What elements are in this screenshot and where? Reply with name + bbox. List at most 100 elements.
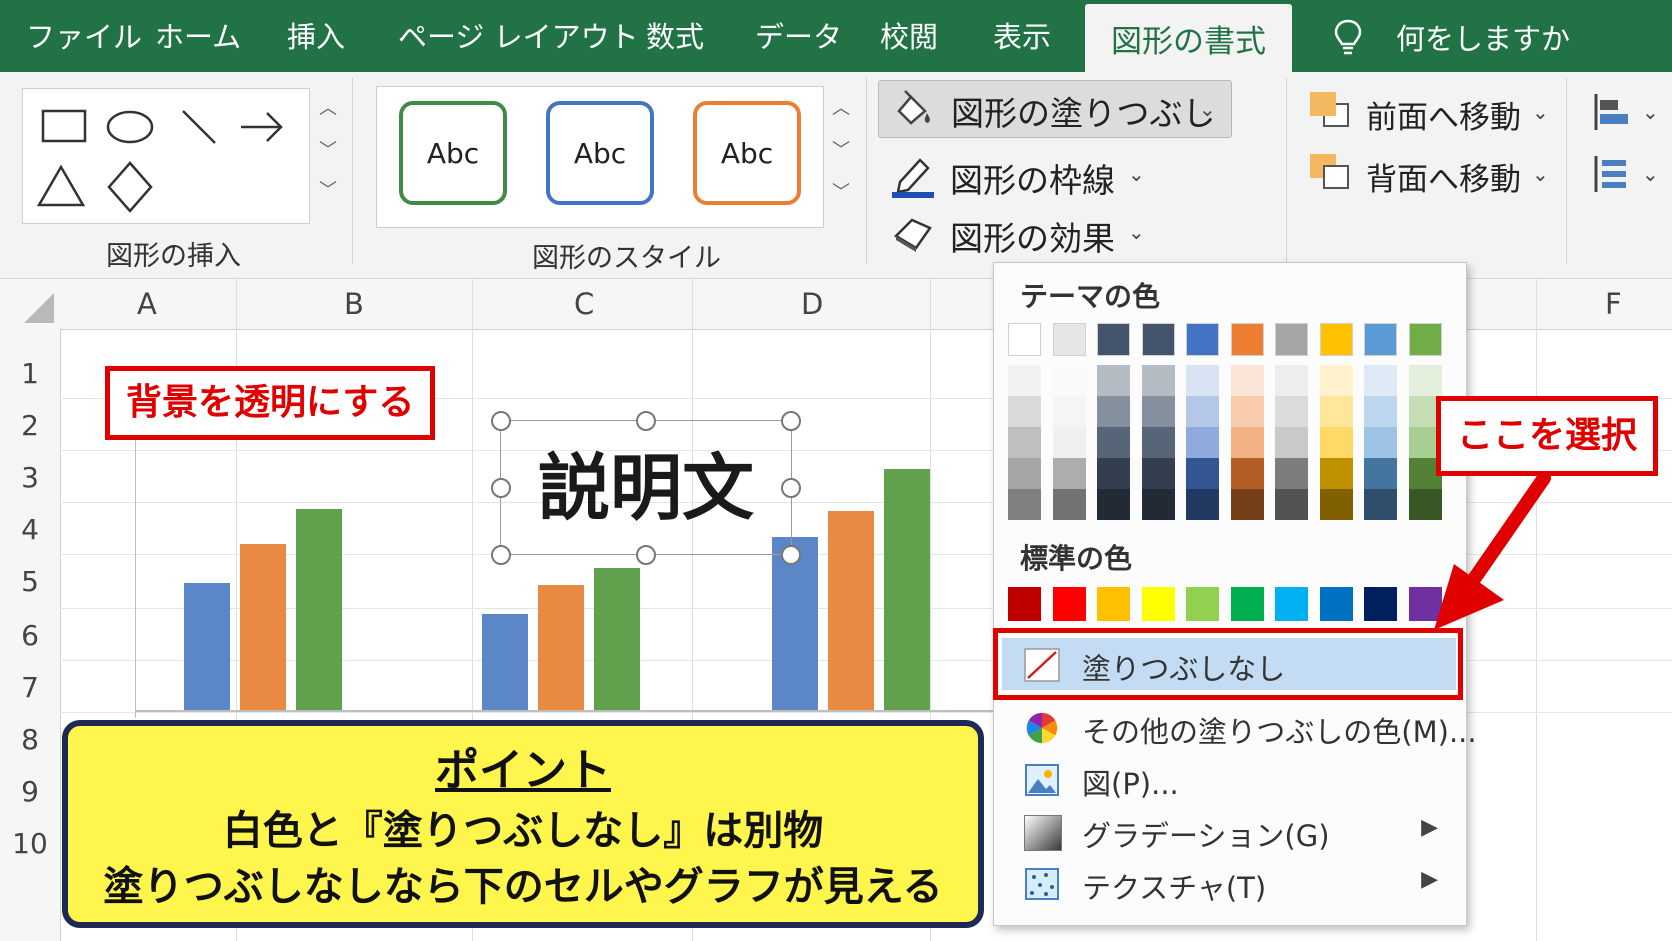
column-header-f[interactable]: F: [1605, 287, 1622, 321]
theme-color-shade-swatch[interactable]: [1052, 489, 1086, 520]
theme-color-shade-swatch[interactable]: [1230, 489, 1264, 520]
theme-color-shade-swatch[interactable]: [1319, 365, 1353, 396]
column-header-d[interactable]: D: [801, 287, 823, 321]
theme-color-shade-swatch[interactable]: [1275, 489, 1308, 520]
chevron-down-icon[interactable]: ⌄: [1532, 162, 1549, 186]
tab-view[interactable]: 表示: [993, 14, 1051, 56]
chevron-down-icon[interactable]: ⌄: [1642, 162, 1659, 186]
textbox-shape[interactable]: 説明文: [491, 411, 801, 565]
row-header[interactable]: 6: [0, 619, 60, 652]
more-fill-colors-menu-item[interactable]: その他の塗りつぶしの色(M)...: [1002, 701, 1477, 753]
theme-color-shade-swatch[interactable]: [1230, 396, 1264, 427]
theme-color-shade-swatch[interactable]: [1141, 489, 1175, 520]
theme-color-swatch[interactable]: [1364, 323, 1397, 356]
standard-color-swatch[interactable]: [1008, 587, 1041, 621]
tab-formulas[interactable]: 数式: [646, 14, 704, 56]
row-header[interactable]: 9: [0, 775, 60, 808]
standard-color-swatch[interactable]: [1186, 587, 1219, 621]
standard-color-swatch[interactable]: [1319, 587, 1353, 621]
theme-color-shade-swatch[interactable]: [1008, 427, 1041, 458]
bring-forward-button[interactable]: 前面へ移動: [1366, 92, 1521, 137]
tab-page-layout[interactable]: ページ レイアウト: [398, 14, 639, 56]
gallery-more-icon[interactable]: ﹀: [319, 176, 337, 202]
shape-fill-button[interactable]: 図形の塗りつぶし ⌄: [878, 80, 1232, 138]
style-more-icon[interactable]: ﹀: [832, 178, 850, 204]
theme-color-swatch[interactable]: [1275, 323, 1308, 356]
resize-handle[interactable]: [636, 411, 656, 431]
row-header[interactable]: 2: [0, 409, 60, 442]
theme-color-shade-swatch[interactable]: [1319, 396, 1353, 427]
theme-color-swatch[interactable]: [1141, 323, 1175, 356]
theme-color-shade-swatch[interactable]: [1052, 427, 1086, 458]
tab-home[interactable]: ホーム: [155, 14, 241, 56]
arrow-shape-icon[interactable]: [241, 112, 283, 142]
tell-me-search[interactable]: 何をしますか: [1396, 16, 1570, 58]
theme-color-shade-swatch[interactable]: [1186, 427, 1219, 458]
theme-color-swatch[interactable]: [1319, 323, 1353, 356]
theme-color-shade-swatch[interactable]: [1141, 458, 1175, 489]
theme-color-shade-swatch[interactable]: [1275, 365, 1308, 396]
theme-color-swatch[interactable]: [1186, 323, 1219, 356]
triangle-shape-icon[interactable]: [36, 164, 86, 207]
standard-color-swatch[interactable]: [1097, 587, 1130, 621]
resize-handle[interactable]: [636, 545, 656, 565]
theme-color-shade-swatch[interactable]: [1052, 396, 1086, 427]
gradient-fill-menu-item[interactable]: グラデーション(G) ▶: [1002, 805, 1456, 857]
theme-color-shade-swatch[interactable]: [1052, 458, 1086, 489]
theme-color-shade-swatch[interactable]: [1275, 396, 1308, 427]
send-backward-button[interactable]: 背面へ移動: [1366, 154, 1521, 199]
standard-color-swatch[interactable]: [1230, 587, 1264, 621]
theme-color-shade-swatch[interactable]: [1230, 458, 1264, 489]
theme-color-shade-swatch[interactable]: [1364, 396, 1397, 427]
theme-color-swatch[interactable]: [1230, 323, 1264, 356]
line-shape-icon[interactable]: [182, 110, 216, 144]
shape-outline-button[interactable]: 図形の枠線: [950, 154, 1115, 202]
theme-color-shade-swatch[interactable]: [1186, 458, 1219, 489]
resize-handle[interactable]: [491, 411, 511, 431]
theme-color-shade-swatch[interactable]: [1275, 458, 1308, 489]
row-header[interactable]: 7: [0, 671, 60, 704]
theme-color-shade-swatch[interactable]: [1364, 489, 1397, 520]
align-icon[interactable]: [1592, 92, 1632, 132]
standard-color-swatch[interactable]: [1052, 587, 1086, 621]
theme-color-shade-swatch[interactable]: [1008, 489, 1041, 520]
chevron-down-icon[interactable]: ⌄: [1532, 100, 1549, 124]
theme-color-shade-swatch[interactable]: [1275, 427, 1308, 458]
theme-color-shade-swatch[interactable]: [1230, 365, 1264, 396]
style-green-outline[interactable]: Abc: [399, 101, 507, 205]
theme-color-shade-swatch[interactable]: [1097, 427, 1130, 458]
row-header[interactable]: 8: [0, 723, 60, 756]
texture-fill-menu-item[interactable]: テクスチャ(T) ▶: [1002, 857, 1456, 909]
row-header[interactable]: 3: [0, 461, 60, 494]
theme-color-shade-swatch[interactable]: [1364, 427, 1397, 458]
theme-color-shade-swatch[interactable]: [1186, 489, 1219, 520]
style-down-icon[interactable]: ﹀: [832, 136, 850, 162]
theme-color-shade-swatch[interactable]: [1230, 427, 1264, 458]
style-orange-outline[interactable]: Abc: [693, 101, 801, 205]
tab-data[interactable]: データ: [755, 14, 842, 56]
tab-review[interactable]: 校閲: [880, 14, 938, 56]
row-header[interactable]: 1: [0, 357, 60, 390]
textbox-text[interactable]: 説明文: [501, 429, 791, 534]
theme-color-shade-swatch[interactable]: [1097, 489, 1130, 520]
row-header[interactable]: 5: [0, 565, 60, 598]
chevron-down-icon[interactable]: ⌄: [1128, 220, 1145, 244]
theme-color-shade-swatch[interactable]: [1319, 427, 1353, 458]
theme-color-shade-swatch[interactable]: [1097, 365, 1130, 396]
theme-color-shade-swatch[interactable]: [1141, 427, 1175, 458]
picture-fill-menu-item[interactable]: 図(P)...: [1002, 753, 1456, 805]
row-header[interactable]: 4: [0, 513, 60, 546]
oval-shape-icon[interactable]: [106, 110, 154, 144]
theme-color-shade-swatch[interactable]: [1186, 365, 1219, 396]
theme-color-shade-swatch[interactable]: [1008, 396, 1041, 427]
tab-shape-format[interactable]: 図形の書式: [1085, 4, 1292, 72]
theme-color-shade-swatch[interactable]: [1186, 396, 1219, 427]
chevron-down-icon[interactable]: ⌄: [1642, 100, 1659, 124]
resize-handle[interactable]: [491, 478, 511, 498]
style-blue-outline[interactable]: Abc: [546, 101, 654, 205]
shape-effects-button[interactable]: 図形の効果: [950, 212, 1115, 260]
theme-color-shade-swatch[interactable]: [1008, 458, 1041, 489]
standard-color-swatch[interactable]: [1141, 587, 1175, 621]
rectangle-shape-icon[interactable]: [41, 109, 87, 143]
tab-file[interactable]: ファイル: [26, 14, 142, 56]
